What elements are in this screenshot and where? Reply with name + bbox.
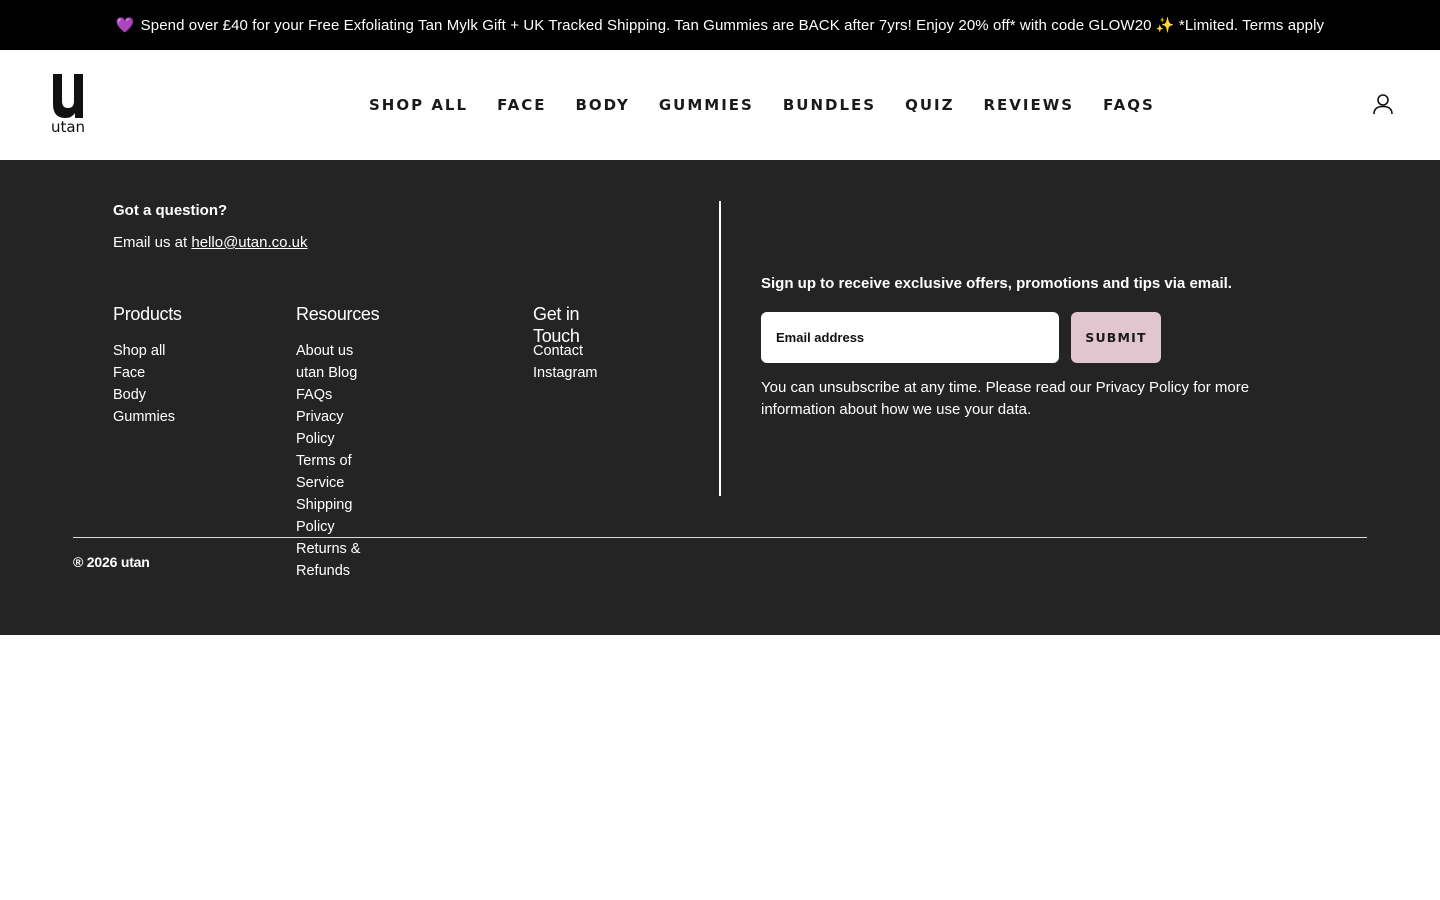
nav-face[interactable]: FACE (497, 96, 546, 114)
question-title: Got a question? (113, 202, 228, 219)
footer-link-blog[interactable]: utan Blog (296, 365, 357, 381)
announcement-bar[interactable]: 💜 Spend over £40 for your Free Exfoliati… (0, 0, 1440, 50)
logo-wordmark: utan (50, 118, 86, 136)
signup-note: You can unsubscribe at any time. Please … (761, 377, 1261, 421)
nav-shop-all[interactable]: SHOP ALL (369, 96, 468, 114)
get-in-touch-heading: Get in Touch (533, 304, 580, 346)
privacy-policy-link[interactable]: Privacy Policy (1096, 379, 1189, 396)
newsletter-signup: Sign up to receive exclusive offers, pro… (761, 273, 1321, 421)
email-line: Email us at hello@utan.co.uk (113, 232, 713, 254)
site-header: utan SHOP ALL FACE BODY GUMMIES BUNDLES … (0, 50, 1440, 160)
footer-link-terms[interactable]: Terms of Service (296, 453, 352, 491)
footer-link-faqs[interactable]: FAQs (296, 387, 332, 403)
email-prefix: Email us at (113, 234, 188, 251)
user-icon (1373, 94, 1393, 115)
utan-logo-mark-icon (53, 74, 83, 118)
submit-button[interactable]: SUBMIT (1071, 312, 1161, 363)
footer-link-gummies[interactable]: Gummies (113, 409, 175, 425)
nav-quiz[interactable]: QUIZ (905, 96, 954, 114)
email-address-input[interactable] (761, 312, 1059, 363)
purple-heart-icon: 💜 (115, 17, 135, 34)
nav-gummies[interactable]: GUMMIES (659, 96, 754, 114)
nav-bundles[interactable]: BUNDLES (783, 96, 876, 114)
site-footer: Got a question? Email us at hello@utan.c… (0, 160, 1440, 635)
nav-faqs[interactable]: FAQS (1103, 96, 1155, 114)
footer-link-returns[interactable]: Returns & Refunds (296, 541, 360, 579)
contact-block: Got a question? Email us at hello@utan.c… (113, 200, 713, 254)
announcement-text: Spend over £40 for your Free Exfoliating… (140, 17, 1325, 34)
products-heading: Products (113, 304, 182, 324)
account-button[interactable] (1372, 93, 1394, 115)
footer-link-instagram[interactable]: Instagram (533, 365, 597, 381)
main-nav: SHOP ALL FACE BODY GUMMIES BUNDLES QUIZ … (369, 50, 1155, 160)
signup-title: Sign up to receive exclusive offers, pro… (761, 275, 1232, 292)
footer-link-shipping[interactable]: Shipping Policy (296, 497, 352, 535)
utan-logo[interactable]: utan (50, 74, 86, 135)
products-column: Products Shop all Face Body Gummies (113, 303, 182, 428)
email-link[interactable]: hello@utan.co.uk (191, 234, 307, 251)
get-in-touch-column: Get in Touch Contact Instagram (533, 303, 597, 384)
copyright: ® 2026 utan (73, 554, 150, 570)
footer-link-privacy[interactable]: Privacy Policy (296, 409, 344, 447)
resources-heading: Resources (296, 304, 380, 324)
footer-link-face[interactable]: Face (113, 365, 145, 381)
footer-link-about-us[interactable]: About us (296, 343, 353, 359)
vertical-divider (719, 201, 721, 496)
footer-link-body[interactable]: Body (113, 387, 146, 403)
note-prefix: You can unsubscribe at any time. Please … (761, 379, 1092, 396)
footer-link-contact[interactable]: Contact (533, 343, 583, 359)
nav-body[interactable]: BODY (575, 96, 629, 114)
signup-form: SUBMIT (761, 312, 1321, 363)
footer-divider (73, 537, 1367, 538)
resources-column: Resources About us utan Blog FAQs Privac… (296, 303, 380, 582)
footer-link-shop-all[interactable]: Shop all (113, 343, 165, 359)
nav-reviews[interactable]: REVIEWS (983, 96, 1074, 114)
